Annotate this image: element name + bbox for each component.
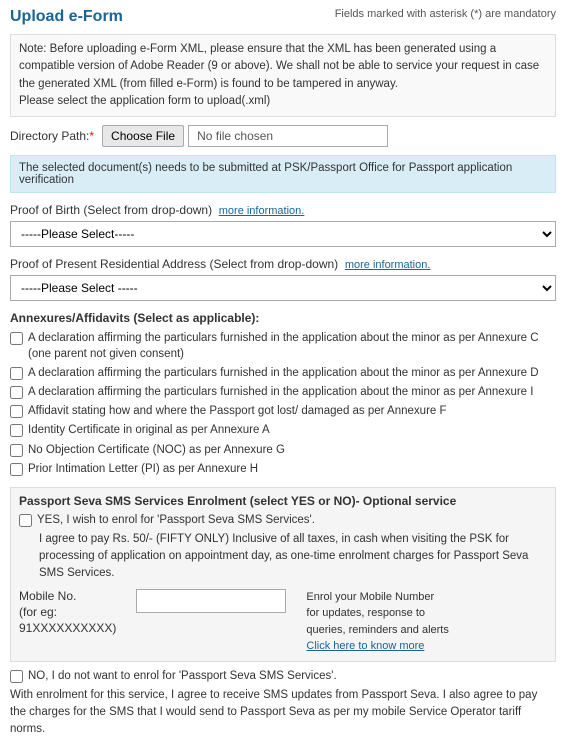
- annexure-checkbox-4[interactable]: [10, 424, 23, 437]
- proof-of-address-label: Proof of Present Residential Address (Se…: [10, 257, 556, 271]
- enrol-info-line1: Enrol your Mobile Number: [306, 589, 448, 606]
- file-upload-row: Directory Path:* Choose File No file cho…: [10, 125, 556, 147]
- page-container: Upload e-Form Fields marked with asteris…: [0, 0, 566, 746]
- proof-of-birth-label: Proof of Birth (Select from drop-down) m…: [10, 203, 556, 217]
- page-title: Upload e-Form: [10, 8, 123, 26]
- sms-no-checkbox[interactable]: [10, 670, 23, 683]
- info-box: Note: Before uploading e-Form XML, pleas…: [10, 34, 556, 117]
- sms-section-title: Passport Seva SMS Services Enrolment (se…: [19, 494, 547, 508]
- annexure-label: No Objection Certificate (NOC) as per An…: [28, 442, 285, 458]
- sms-yes-row: YES, I wish to enrol for 'Passport Seva …: [19, 514, 547, 527]
- annexure-item: Prior Intimation Letter (PI) as per Anne…: [10, 461, 556, 477]
- annexure-checkbox-1[interactable]: [10, 367, 23, 380]
- annexure-label: Identity Certificate in original as per …: [28, 422, 270, 438]
- proof-of-birth-section: Proof of Birth (Select from drop-down) m…: [10, 203, 556, 257]
- sms-yes-label: YES, I wish to enrol for 'Passport Seva …: [37, 514, 315, 526]
- annexure-checkbox-6[interactable]: [10, 463, 23, 476]
- annexure-label: A declaration affirming the particulars …: [28, 365, 539, 381]
- annexure-item: Identity Certificate in original as per …: [10, 422, 556, 438]
- mobile-enrol-row: Mobile No. (for eg: 91XXXXXXXXXX) Enrol …: [19, 589, 547, 655]
- annexure-label: Affidavit stating how and where the Pass…: [28, 403, 447, 419]
- info-text: Note: Before uploading e-Form XML, pleas…: [19, 43, 539, 90]
- enrol-info-line3: queries, reminders and alerts: [306, 622, 448, 639]
- annexure-label: A declaration affirming the particulars …: [28, 384, 533, 400]
- select-text: Please select the application form to up…: [19, 95, 270, 107]
- sms-yes-agree-text: I agree to pay Rs. 50/- (FIFTY ONLY) Inc…: [39, 531, 547, 583]
- annexure-checkbox-2[interactable]: [10, 386, 23, 399]
- click-here-link[interactable]: Click here to know more: [306, 640, 424, 652]
- proof-of-birth-select[interactable]: -----Please Select-----: [10, 221, 556, 247]
- mandatory-note: Fields marked with asterisk (*) are mand…: [335, 8, 556, 20]
- submission-notice-text: The selected document(s) needs to be sub…: [19, 162, 512, 186]
- proof-of-address-select[interactable]: -----Please Select -----: [10, 275, 556, 301]
- sms-section: Passport Seva SMS Services Enrolment (se…: [10, 487, 556, 662]
- mobile-eg: (for eg:: [19, 605, 116, 619]
- proof-of-address-section: Proof of Present Residential Address (Se…: [10, 257, 556, 311]
- annexures-title: Annexures/Affidavits (Select as applicab…: [10, 311, 556, 325]
- annexures-list: A declaration affirming the particulars …: [10, 330, 556, 477]
- mobile-eg2: 91XXXXXXXXXX): [19, 621, 116, 635]
- annexure-item: A declaration affirming the particulars …: [10, 365, 556, 381]
- proof-of-birth-more-info[interactable]: more information.: [219, 205, 305, 217]
- enrol-info-block: Enrol your Mobile Number for updates, re…: [306, 589, 448, 655]
- sms-no-row: NO, I do not want to enrol for 'Passport…: [10, 670, 556, 683]
- annexure-item: A declaration affirming the particulars …: [10, 384, 556, 400]
- mobile-number-input[interactable]: [136, 589, 286, 613]
- annexure-item: A declaration affirming the particulars …: [10, 330, 556, 362]
- enrol-info-line2: for updates, response to: [306, 605, 448, 622]
- submission-notice: The selected document(s) needs to be sub…: [10, 155, 556, 193]
- annexure-checkbox-0[interactable]: [10, 332, 23, 345]
- mobile-label: Mobile No.: [19, 589, 116, 603]
- annexure-checkbox-5[interactable]: [10, 444, 23, 457]
- mobile-field-block: Mobile No. (for eg: 91XXXXXXXXXX): [19, 589, 116, 635]
- annexure-label: A declaration affirming the particulars …: [28, 330, 556, 362]
- header-row: Upload e-Form Fields marked with asteris…: [10, 8, 556, 26]
- file-input-wrapper: Choose File No file chosen: [102, 125, 388, 147]
- annexure-label: Prior Intimation Letter (PI) as per Anne…: [28, 461, 258, 477]
- sms-enrol-agree-text: With enrolment for this service, I agree…: [10, 687, 556, 739]
- proof-of-address-more-info[interactable]: more information.: [345, 259, 431, 271]
- annexure-item: Affidavit stating how and where the Pass…: [10, 403, 556, 419]
- sms-yes-checkbox[interactable]: [19, 514, 32, 527]
- sms-no-label: NO, I do not want to enrol for 'Passport…: [28, 670, 337, 682]
- directory-path-label: Directory Path:*: [10, 129, 94, 143]
- annexure-checkbox-3[interactable]: [10, 405, 23, 418]
- annexure-item: No Objection Certificate (NOC) as per An…: [10, 442, 556, 458]
- no-file-chosen-text: No file chosen: [188, 125, 388, 147]
- annexures-section: Annexures/Affidavits (Select as applicab…: [10, 311, 556, 477]
- choose-file-button[interactable]: Choose File: [102, 125, 184, 147]
